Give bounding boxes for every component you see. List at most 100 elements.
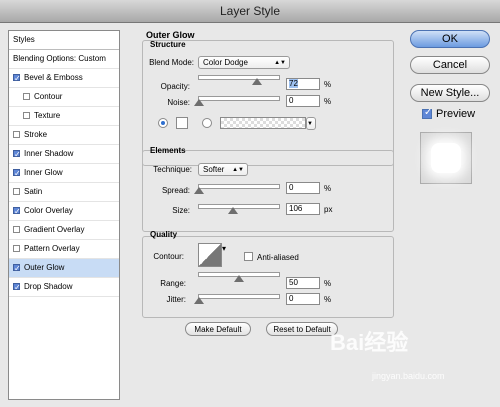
solid-color-radio[interactable] bbox=[158, 118, 168, 128]
style-checkbox[interactable] bbox=[13, 70, 21, 88]
preview-label: Preview bbox=[436, 108, 476, 120]
jitter-label: Jitter: bbox=[166, 295, 186, 304]
blend-mode-value: Color Dodge bbox=[203, 58, 248, 67]
spread-slider[interactable] bbox=[194, 184, 280, 194]
opacity-value: 72 bbox=[289, 79, 298, 88]
style-item-label: Satin bbox=[24, 187, 43, 196]
gradient-dropdown[interactable]: ▼ bbox=[306, 117, 316, 130]
reset-to-default-button[interactable]: Reset to Default bbox=[266, 322, 338, 336]
window-title: Layer Style bbox=[219, 4, 281, 18]
cancel-button[interactable]: Cancel bbox=[410, 56, 490, 74]
styles-item[interactable]: Drop Shadow bbox=[9, 278, 119, 297]
range-field[interactable]: 50 bbox=[286, 277, 320, 289]
styles-item[interactable]: Gradient Overlay bbox=[9, 221, 119, 240]
preview-thumbnail bbox=[420, 132, 472, 184]
style-checkbox[interactable] bbox=[13, 260, 21, 278]
style-checkbox[interactable] bbox=[23, 93, 30, 100]
style-item-label: Inner Glow bbox=[24, 168, 63, 177]
styles-item[interactable]: Satin bbox=[9, 183, 119, 202]
noise-thumb[interactable] bbox=[194, 99, 204, 106]
make-default-button[interactable]: Make Default bbox=[185, 322, 251, 336]
jitter-slider[interactable] bbox=[194, 294, 280, 304]
noise-slider[interactable] bbox=[194, 96, 280, 106]
styles-item[interactable]: Bevel & Emboss bbox=[9, 69, 119, 88]
style-item-label: Gradient Overlay bbox=[24, 225, 85, 234]
size-slider[interactable] bbox=[198, 204, 280, 214]
style-checkbox[interactable] bbox=[13, 245, 20, 252]
blend-mode-select[interactable]: Color Dodge ▲▼ bbox=[198, 56, 290, 69]
spread-field[interactable]: 0 bbox=[286, 182, 320, 194]
opacity-slider[interactable] bbox=[198, 75, 280, 85]
ok-button[interactable]: OK bbox=[410, 30, 490, 48]
size-unit: px bbox=[324, 205, 333, 214]
style-item-label: Blending Options: Custom bbox=[13, 54, 106, 63]
style-checkbox[interactable] bbox=[13, 279, 21, 297]
blend-mode-label: Blend Mode: bbox=[149, 58, 194, 67]
contour-label: Contour: bbox=[153, 252, 184, 261]
noise-field[interactable]: 0 bbox=[286, 95, 320, 107]
style-checkbox[interactable] bbox=[13, 226, 20, 233]
style-checkbox[interactable] bbox=[13, 188, 20, 195]
opacity-thumb[interactable] bbox=[251, 78, 262, 85]
style-item-label: Drop Shadow bbox=[24, 282, 73, 291]
glow-color-swatch[interactable] bbox=[176, 117, 188, 129]
contour-arrow-icon[interactable]: ▾ bbox=[222, 244, 226, 253]
style-item-label: Color Overlay bbox=[24, 206, 73, 215]
noise-value: 0 bbox=[289, 96, 294, 105]
jitter-unit: % bbox=[324, 295, 332, 304]
styles-header[interactable]: Styles bbox=[9, 31, 119, 50]
preview-checkbox[interactable] bbox=[422, 107, 432, 119]
styles-item[interactable]: Stroke bbox=[9, 126, 119, 145]
style-item-label: Inner Shadow bbox=[24, 149, 74, 158]
styles-panel: Styles Blending Options: Custom Bevel & E… bbox=[8, 30, 120, 400]
anti-aliased-label: Anti-aliased bbox=[257, 253, 299, 262]
styles-item[interactable]: Color Overlay bbox=[9, 202, 119, 221]
styles-item[interactable]: Inner Glow bbox=[9, 164, 119, 183]
chevron-down-icon: ▼ bbox=[307, 121, 313, 127]
watermark-url: jingyan.baidu.com bbox=[372, 371, 445, 381]
styles-item[interactable]: Texture bbox=[9, 107, 119, 126]
style-checkbox[interactable] bbox=[13, 165, 21, 183]
outer-glow-settings: Outer Glow Structure Blend Mode: Color D… bbox=[138, 30, 398, 350]
range-value: 50 bbox=[289, 278, 298, 287]
styles-item[interactable]: Blending Options: Custom bbox=[9, 50, 119, 69]
contour-picker[interactable] bbox=[198, 243, 222, 267]
anti-aliased-checkbox[interactable] bbox=[244, 252, 253, 261]
quality-title: Quality bbox=[150, 230, 178, 239]
range-slider[interactable] bbox=[198, 272, 280, 282]
technique-select[interactable]: Softer ▲▼ bbox=[198, 163, 248, 176]
styles-item[interactable]: Outer Glow bbox=[9, 259, 119, 278]
style-checkbox[interactable] bbox=[13, 203, 21, 221]
structure-title: Structure bbox=[150, 40, 186, 49]
new-style-button[interactable]: New Style... bbox=[410, 84, 490, 102]
style-item-label: Stroke bbox=[24, 130, 48, 139]
spread-thumb[interactable] bbox=[194, 187, 204, 194]
styles-item[interactable]: Pattern Overlay bbox=[9, 240, 119, 259]
style-checkbox[interactable] bbox=[23, 112, 30, 119]
size-value: 106 bbox=[289, 204, 303, 213]
jitter-thumb[interactable] bbox=[194, 297, 204, 304]
styles-item[interactable]: Inner Shadow bbox=[9, 145, 119, 164]
glow-gradient-picker[interactable] bbox=[220, 117, 306, 129]
spread-value: 0 bbox=[289, 183, 294, 192]
spread-unit: % bbox=[324, 184, 332, 193]
size-field[interactable]: 106 bbox=[286, 203, 320, 215]
style-item-label: Contour bbox=[34, 92, 63, 101]
opacity-field[interactable]: 72 bbox=[286, 78, 320, 90]
jitter-field[interactable]: 0 bbox=[286, 293, 320, 305]
spread-label: Spread: bbox=[161, 186, 190, 195]
size-thumb[interactable] bbox=[227, 207, 238, 214]
title-bar: Layer Style bbox=[0, 0, 500, 23]
watermark-brand: Bai经验 bbox=[330, 330, 409, 355]
noise-unit: % bbox=[324, 97, 332, 106]
select-arrows-icon: ▲▼ bbox=[274, 60, 286, 66]
outer-glow-title: Outer Glow bbox=[146, 30, 195, 40]
styles-item[interactable]: Contour bbox=[9, 88, 119, 107]
styles-list: Blending Options: Custom Bevel & Emboss Co… bbox=[9, 50, 119, 297]
technique-label: Technique: bbox=[153, 165, 192, 174]
style-checkbox[interactable] bbox=[13, 131, 20, 138]
style-checkbox[interactable] bbox=[13, 146, 21, 164]
range-thumb[interactable] bbox=[234, 275, 244, 282]
gradient-radio[interactable] bbox=[202, 118, 212, 128]
opacity-label: Opacity: bbox=[160, 82, 190, 91]
